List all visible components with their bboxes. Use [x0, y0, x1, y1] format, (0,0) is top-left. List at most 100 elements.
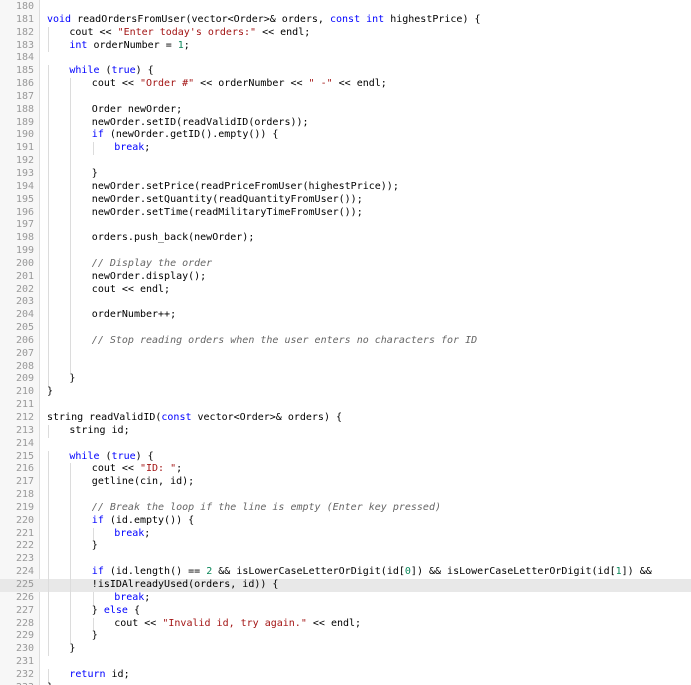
line-code[interactable]: if (newOrder.getID().empty()) {	[92, 129, 279, 142]
code-line[interactable]: 194 newOrder.setPrice(readPriceFromUser(h…	[0, 180, 691, 194]
code-line[interactable]: 230}	[0, 643, 691, 657]
code-line[interactable]: 184	[0, 52, 691, 65]
code-line[interactable]: 182 cout << "Enter today's orders:" << en…	[0, 26, 691, 40]
indent-guide	[48, 78, 49, 91]
code-line[interactable]: 229}	[0, 630, 691, 644]
line-code[interactable]: }	[69, 643, 75, 656]
code-line[interactable]: 201 newOrder.display();	[0, 270, 691, 284]
code-line[interactable]: 225 !isIDAlreadyUsed(orders, id)) {	[0, 578, 691, 592]
code-line[interactable]: 180	[0, 1, 691, 14]
code-line[interactable]: 232 return id;	[0, 668, 691, 682]
line-code[interactable]: } else {	[92, 605, 140, 618]
line-code[interactable]: }	[92, 630, 98, 643]
indent-guide	[48, 129, 49, 143]
line-code[interactable]: orderNumber++;	[92, 309, 176, 322]
code-line[interactable]: 212 string readValidID(const vector<Order…	[0, 412, 691, 425]
code-line[interactable]: 226 break;	[0, 591, 691, 605]
code-line[interactable]: 231	[0, 656, 691, 669]
line-code[interactable]: cout << "Order #" << orderNumber << " -"…	[92, 78, 387, 91]
code-line[interactable]: 183 int orderNumber = 1;	[0, 39, 691, 53]
line-code[interactable]: string id;	[69, 425, 129, 438]
code-line[interactable]: 185 while (true) {	[0, 65, 691, 79]
line-code[interactable]: newOrder.setQuantity(readQuantityFromUse…	[92, 194, 363, 207]
line-code[interactable]: }	[92, 540, 98, 553]
line-code[interactable]: while (true) {	[69, 65, 153, 78]
code-line[interactable]: 196 newOrder.setTime(readMilitaryTimeFrom…	[0, 206, 691, 220]
code-line[interactable]: 207	[0, 347, 691, 361]
line-code[interactable]: cout << "Enter today's orders:" << endl;	[69, 27, 310, 40]
line-code[interactable]: while (true) {	[69, 451, 153, 464]
code-line[interactable]: 209}	[0, 373, 691, 387]
line-code[interactable]: if (id.length() == 2 && isLowerCaseLette…	[92, 566, 652, 579]
code-line[interactable]: 197	[0, 219, 691, 233]
line-number: 228	[15, 617, 34, 629]
line-code[interactable]: cout << "Invalid id, try again." << endl…	[114, 618, 361, 631]
code-line[interactable]: 228 cout << "Invalid id, try again." << e…	[0, 617, 691, 631]
code-line[interactable]: 193}	[0, 167, 691, 181]
code-line[interactable]: 208	[0, 360, 691, 374]
code-line[interactable]: 216 cout << "ID: ";	[0, 463, 691, 477]
code-line[interactable]: 210}	[0, 386, 691, 399]
code-line[interactable]: 221 break;	[0, 527, 691, 541]
code-line[interactable]: 213 string id;	[0, 424, 691, 438]
line-code[interactable]: break;	[114, 592, 150, 605]
code-line[interactable]: 181 void readOrdersFromUser(vector<Order>…	[0, 14, 691, 27]
code-line[interactable]: 187	[0, 90, 691, 104]
line-code[interactable]: getline(cin, id);	[92, 476, 194, 489]
code-line[interactable]: 211	[0, 399, 691, 412]
line-code[interactable]: }	[47, 386, 53, 399]
code-line[interactable]: 195 newOrder.setQuantity(readQuantityFrom…	[0, 193, 691, 207]
code-line[interactable]: 215 while (true) {	[0, 450, 691, 464]
line-code[interactable]: // Stop reading orders when the user ent…	[92, 335, 477, 348]
line-code[interactable]: // Break the loop if the line is empty (…	[92, 502, 441, 515]
code-line[interactable]: 224 if (id.length() == 2 && isLowerCaseLe…	[0, 566, 691, 579]
line-code[interactable]: }	[69, 373, 75, 386]
indent-guide	[48, 283, 49, 297]
code-line[interactable]: 199	[0, 245, 691, 258]
code-line[interactable]: 188 Order newOrder;	[0, 103, 691, 117]
code-editor[interactable]: 180 181 void readOrdersFromUser(vector<Ord…	[0, 0, 691, 685]
code-line[interactable]: 205	[0, 322, 691, 335]
line-code[interactable]: newOrder.setID(readValidID(orders));	[92, 117, 309, 130]
line-code[interactable]: cout << "ID: ";	[92, 463, 182, 476]
line-code[interactable]: // Display the order	[92, 258, 212, 271]
code-line[interactable]: 218	[0, 489, 691, 502]
line-code[interactable]: }	[92, 168, 98, 181]
code-line[interactable]: 206 // Stop reading orders when the user …	[0, 334, 691, 348]
code-line[interactable]: 186 cout << "Order #" << orderNumber << "…	[0, 78, 691, 91]
code-line[interactable]: 223	[0, 553, 691, 567]
line-code[interactable]: orders.push_back(newOrder);	[92, 232, 255, 245]
line-code[interactable]: if (id.empty()) {	[92, 515, 194, 528]
line-code[interactable]: return id;	[69, 669, 129, 682]
line-code[interactable]: int orderNumber = 1;	[69, 40, 189, 53]
code-line[interactable]: 220 if (id.empty()) {	[0, 514, 691, 528]
code-line[interactable]: 203	[0, 296, 691, 310]
code-line[interactable]: 190 if (newOrder.getID().empty()) {	[0, 129, 691, 143]
code-line[interactable]: 217 getline(cin, id);	[0, 476, 691, 490]
code-line[interactable]: 198 orders.push_back(newOrder);	[0, 232, 691, 246]
code-line[interactable]: 200 // Display the order	[0, 257, 691, 271]
line-number: 221	[15, 527, 34, 539]
line-code[interactable]: Order newOrder;	[92, 104, 182, 117]
line-code[interactable]: newOrder.setPrice(readPriceFromUser(high…	[92, 181, 399, 194]
code-line[interactable]: 204 orderNumber++;	[0, 309, 691, 323]
line-code[interactable]: void readOrdersFromUser(vector<Order>& o…	[47, 14, 481, 27]
line-code[interactable]: string readValidID(const vector<Order>& …	[47, 412, 342, 425]
code-line[interactable]: 219 // Break the loop if the line is empt…	[0, 501, 691, 515]
line-number: 224	[15, 566, 34, 578]
line-code[interactable]: newOrder.display();	[92, 271, 206, 284]
code-line[interactable]: 202 cout << endl;	[0, 283, 691, 297]
code-line[interactable]: 227} else {	[0, 604, 691, 618]
line-code[interactable]: cout << endl;	[92, 284, 170, 297]
code-line[interactable]: 189 newOrder.setID(readValidID(orders));	[0, 116, 691, 130]
line-code[interactable]: !isIDAlreadyUsed(orders, id)) {	[92, 579, 279, 592]
code-line[interactable]: 214	[0, 438, 691, 451]
code-lines[interactable]: 180 181 void readOrdersFromUser(vector<Ord…	[0, 1, 691, 685]
line-code[interactable]: break;	[114, 528, 150, 541]
line-code[interactable]: break;	[114, 142, 150, 155]
code-line[interactable]: 191 break;	[0, 142, 691, 156]
line-code[interactable]: newOrder.setTime(readMilitaryTimeFromUse…	[92, 207, 363, 220]
code-line[interactable]: 192	[0, 155, 691, 168]
code-line[interactable]: 222}	[0, 540, 691, 554]
line-number: 207	[15, 347, 34, 359]
